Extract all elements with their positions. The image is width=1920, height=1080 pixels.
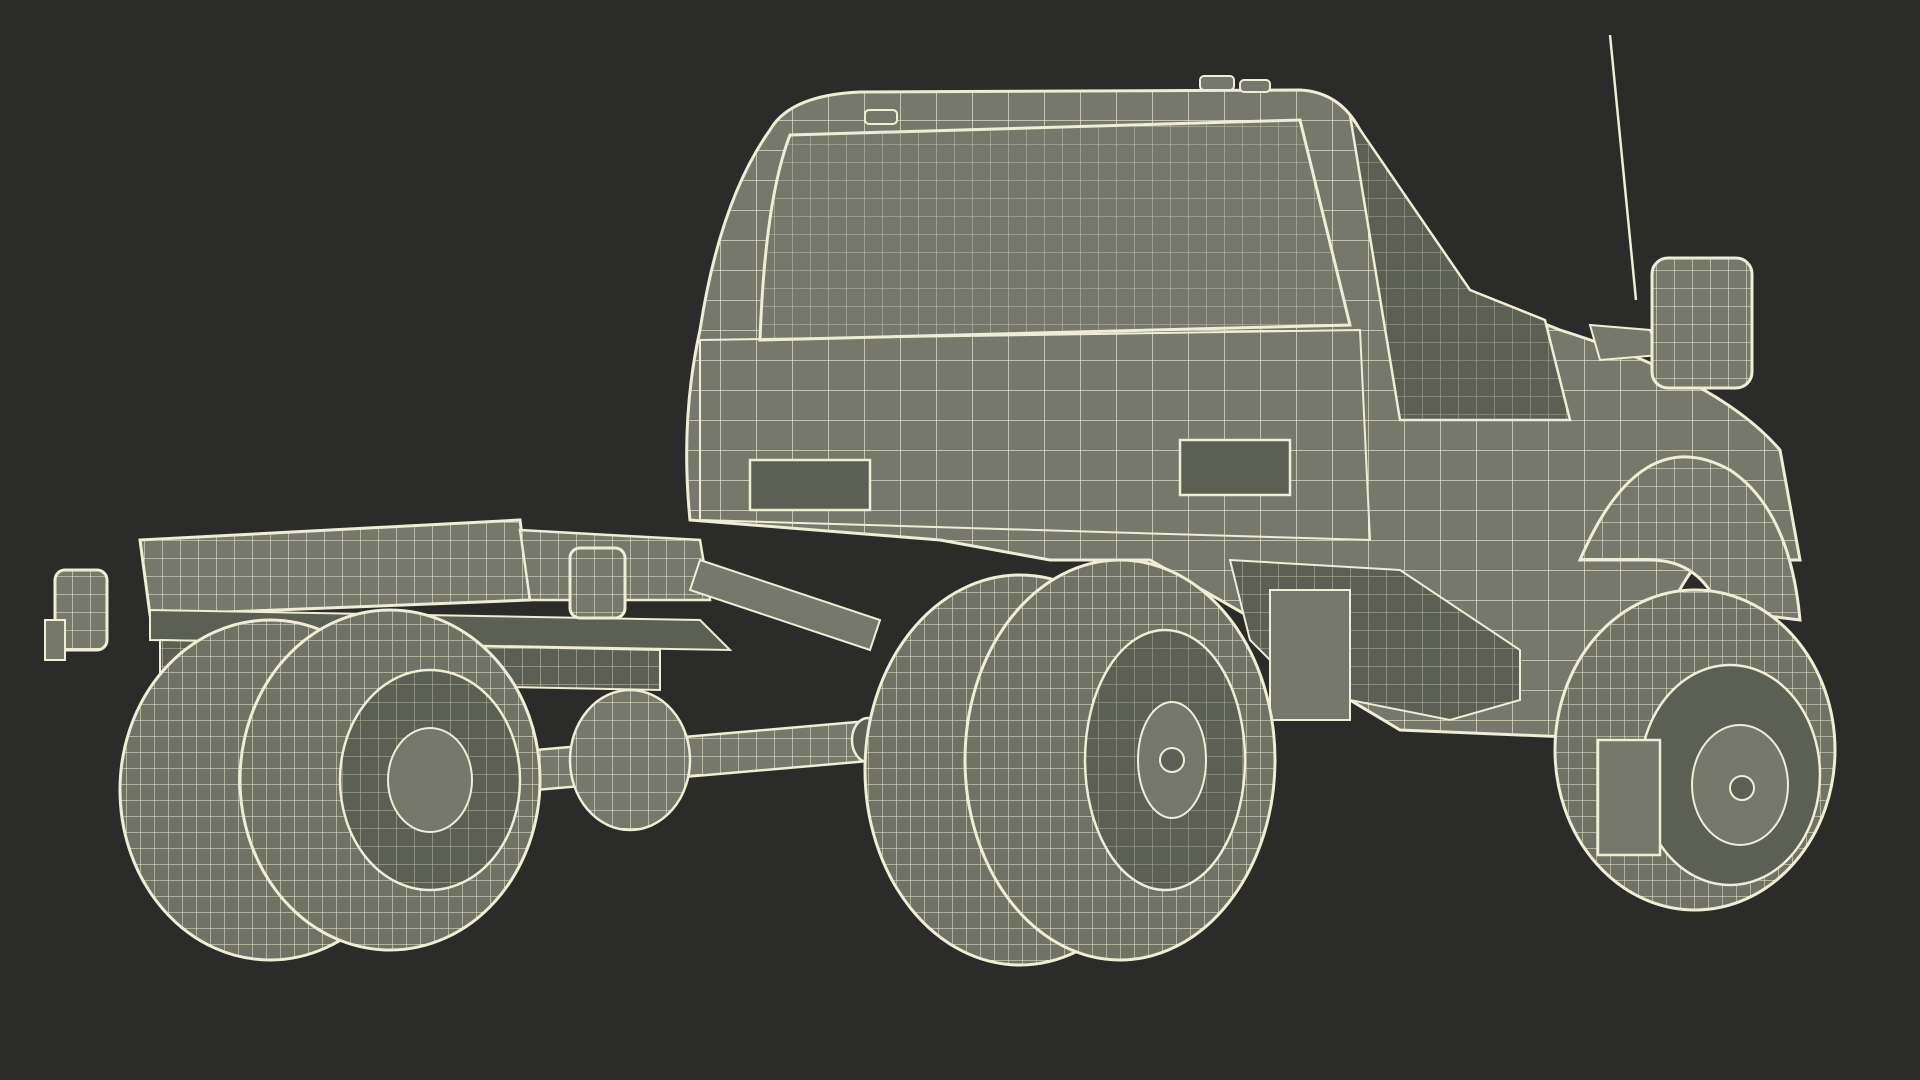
left-vent [748,458,872,512]
rear-left-dual-wheels [118,608,542,962]
rear-right-dual-wheels [863,558,1277,967]
truck-wireframe-svg [0,0,1920,1080]
right-vent [1178,438,1292,497]
wireframe-render [0,0,1920,1080]
mud-flap [1596,738,1662,857]
